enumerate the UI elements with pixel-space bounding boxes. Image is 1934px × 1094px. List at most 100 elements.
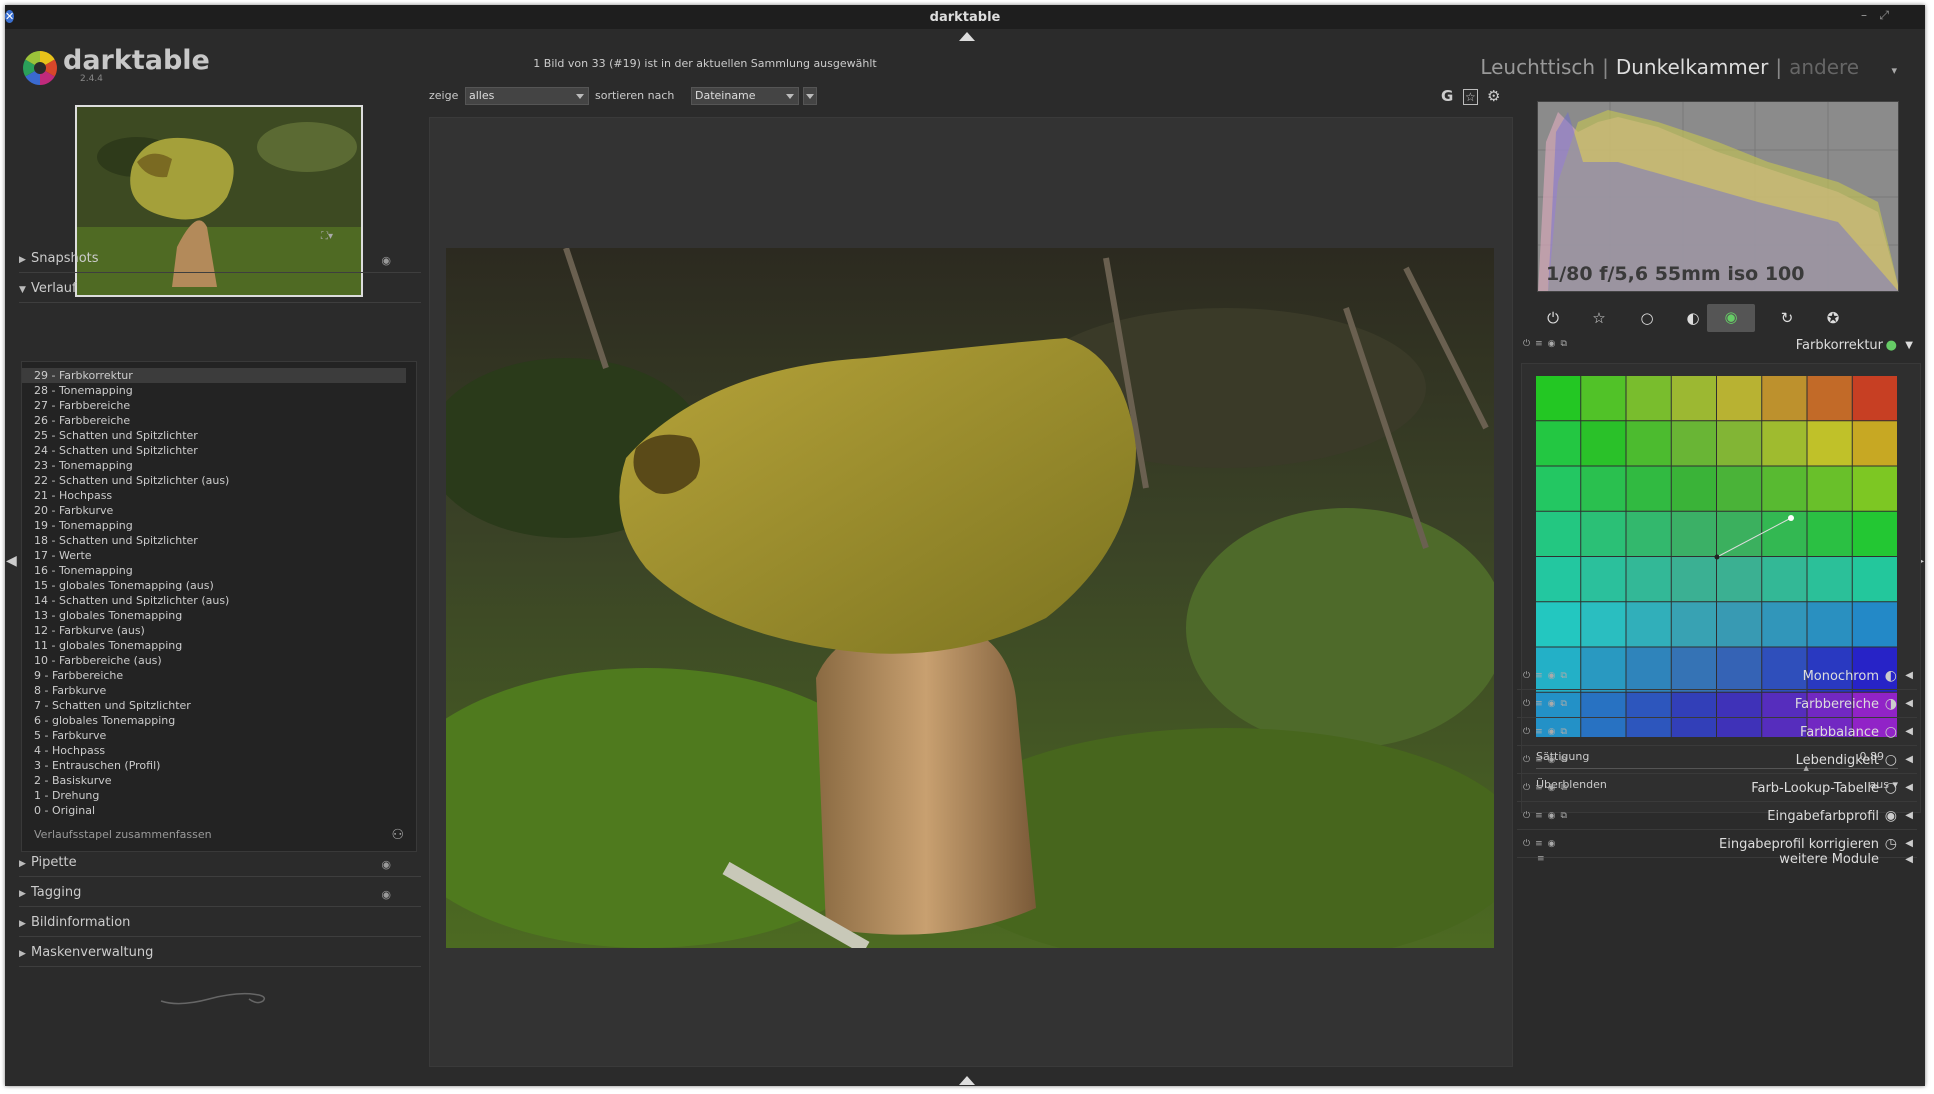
module-name: Farbbalance [1799,725,1879,740]
history-item[interactable]: 11 - globales Tonemapping [22,638,416,653]
show-label: zeige [429,89,459,102]
tagging-label: Tagging [31,885,82,900]
history-item[interactable]: 28 - Tonemapping [22,383,416,398]
pipette-label: Pipette [31,855,77,870]
history-item[interactable]: 6 - globales Tonemapping [22,713,416,728]
view-other[interactable]: andere [1789,55,1859,79]
minimize-icon[interactable]: – [1861,8,1867,22]
history-item[interactable]: 26 - Farbbereiche [22,413,416,428]
history-item[interactable]: 16 - Tonemapping [22,563,416,578]
farbkorrektur-title: Farbkorrektur [1795,338,1883,353]
favorites-icon[interactable]: ☆ [1589,309,1609,327]
color-grid-cell [1626,557,1671,602]
module-4[interactable]: ⏻≡◉⧉ Farb-Lookup-Tabelle ○ ◀ [1517,774,1917,802]
color-grid-cell [1762,602,1807,647]
view-dropdown-icon[interactable]: ▾ [1891,64,1897,77]
color-grid-cell [1671,511,1716,556]
history-item[interactable]: 24 - Schatten und Spitzlichter [22,443,416,458]
history-item[interactable]: 20 - Farbkurve [22,503,416,518]
history-item[interactable]: 23 - Tonemapping [22,458,416,473]
sort-order-icon [806,94,814,99]
module-0[interactable]: ⏻≡◉⧉ Monochrom ◐ ◀ [1517,662,1917,690]
shadow-handle[interactable] [1714,554,1720,560]
chevron-left-icon[interactable]: ◀ [1905,754,1913,765]
history-item[interactable]: 10 - Farbbereiche (aus) [22,653,416,668]
left-panel-toggle-icon[interactable]: ◀ [6,553,17,569]
history-item[interactable]: 22 - Schatten und Spitzlichter (aus) [22,473,416,488]
color-group-icon[interactable]: ◉ [1707,304,1755,332]
maximize-icon[interactable]: ⤢ [1879,8,1889,23]
preset-icon[interactable]: ◉ [381,888,391,901]
history-item[interactable]: 3 - Entrauschen (Profil) [22,758,416,773]
chevron-left-icon[interactable]: ◀ [1905,810,1913,821]
chevron-left-icon[interactable]: ◀ [1905,854,1913,865]
main-image[interactable] [446,248,1494,948]
effects-group-icon[interactable]: ✪ [1823,309,1843,327]
chevron-left-icon[interactable]: ◀ [1905,782,1913,793]
history-item[interactable]: 9 - Farbbereiche [22,668,416,683]
chevron-left-icon[interactable]: ◀ [1905,726,1913,737]
history-item[interactable]: 5 - Farbkurve [22,728,416,743]
history-item[interactable]: 27 - Farbbereiche [22,398,416,413]
snapshots-section[interactable]: ▶ Snapshots ◉ [19,251,421,273]
image-info-section[interactable]: ▶ Bildinformation [19,915,421,937]
overlay-star-icon[interactable]: ☆ [1463,89,1478,105]
history-item[interactable]: 4 - Hochpass [22,743,416,758]
history-item[interactable]: 1 - Drehung [22,788,416,803]
history-item[interactable]: 14 - Schatten und Spitzlichter (aus) [22,593,416,608]
color-grid-cell [1581,602,1626,647]
history-item[interactable]: 7 - Schatten und Spitzlichter [22,698,416,713]
show-select[interactable]: alles [465,87,589,105]
pipette-section[interactable]: ▶ Pipette ◉ [19,855,421,877]
top-panel-toggle-icon[interactable] [959,32,975,41]
farbkorrektur-header[interactable]: ⏻≡◉⧉ Farbkorrektur ● ▼ [1517,335,1917,357]
sort-order-button[interactable] [803,87,817,105]
tagging-section[interactable]: ▶ Tagging ◉ [19,885,421,907]
power-icon[interactable]: ⏻ [1543,309,1563,327]
history-section[interactable]: ▼ Verlauf [19,281,421,303]
history-item[interactable]: 18 - Schatten und Spitzlichter [22,533,416,548]
view-separator: | [1775,55,1783,79]
chevron-left-icon[interactable]: ◀ [1905,698,1913,709]
history-item[interactable]: 15 - globales Tonemapping (aus) [22,578,416,593]
gear-icon[interactable]: ⚙ [1487,87,1500,105]
color-grid-cell [1762,376,1807,421]
color-grid-cell [1807,421,1852,466]
expand-icon[interactable]: ⛶▾ [321,231,333,242]
history-item[interactable]: 19 - Tonemapping [22,518,416,533]
highlight-handle[interactable] [1788,515,1794,521]
view-lighttable[interactable]: Leuchttisch [1480,55,1595,79]
module-5[interactable]: ⏻≡◉⧉ Eingabefarbprofil ◉ ◀ [1517,802,1917,830]
create-style-icon[interactable]: ⚇ [391,827,404,843]
tone-group-icon[interactable]: ◐ [1683,309,1703,327]
compress-history-button[interactable]: Verlaufsstapel zusammenfassen [34,828,212,841]
chevron-down-icon[interactable]: ▼ [1905,340,1913,351]
history-item[interactable]: 17 - Werte [22,548,416,563]
basic-group-icon[interactable]: ○ [1637,309,1657,327]
bottom-panel-toggle-icon[interactable] [959,1076,975,1085]
preset-icon[interactable]: ◉ [381,254,391,267]
grouping-button[interactable]: G [1441,87,1453,105]
history-item[interactable]: 21 - Hochpass [22,488,416,503]
history-item[interactable]: 13 - globales Tonemapping [22,608,416,623]
chevron-left-icon[interactable]: ◀ [1905,670,1913,681]
correct-group-icon[interactable]: ↻ [1777,309,1797,327]
history-item[interactable]: 0 - Original [22,803,416,818]
history-item[interactable]: 12 - Farbkurve (aus) [22,623,416,638]
module-2[interactable]: ⏻≡◉⧉ Farbbalance ○ ◀ [1517,718,1917,746]
module-1[interactable]: ⏻≡◉⧉ Farbbereiche ◑ ◀ [1517,690,1917,718]
module-3[interactable]: ⏻≡◉⧉ Lebendigkeit ○ ◀ [1517,746,1917,774]
sort-select[interactable]: Dateiname [691,87,799,105]
history-item[interactable]: 29 - Farbkorrektur [22,368,406,383]
history-item[interactable]: 8 - Farbkurve [22,683,416,698]
color-grid-cell [1626,511,1671,556]
histogram[interactable]: 1/80 f/5,6 55mm iso 100 [1537,101,1899,292]
preset-icon[interactable]: ◉ [381,858,391,871]
more-modules[interactable]: ≡ weitere Module ◀ [1517,850,1917,872]
color-grid-cell [1581,376,1626,421]
mask-manager-section[interactable]: ▶ Maskenverwaltung [19,945,421,967]
history-item[interactable]: 2 - Basiskurve [22,773,416,788]
view-darkroom[interactable]: Dunkelkammer [1616,55,1768,79]
chevron-left-icon[interactable]: ◀ [1905,838,1913,849]
history-item[interactable]: 25 - Schatten und Spitzlichter [22,428,416,443]
